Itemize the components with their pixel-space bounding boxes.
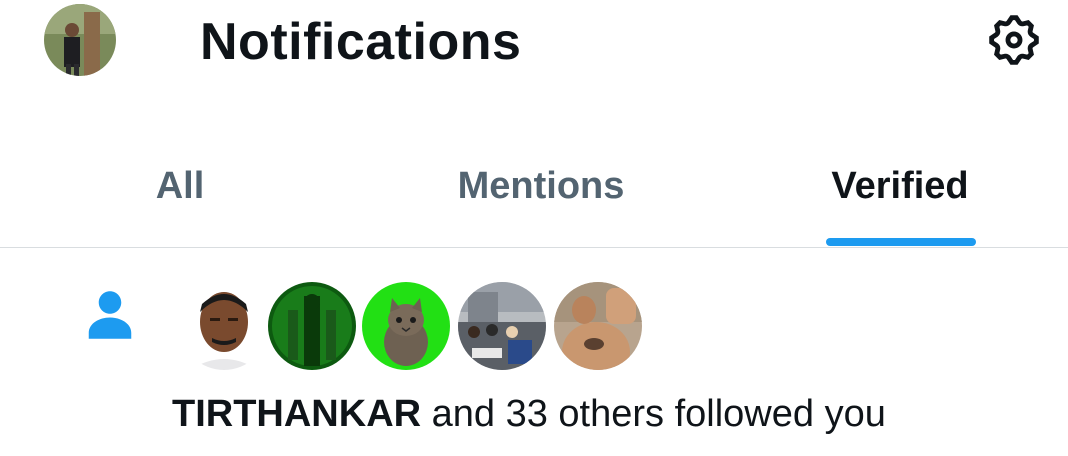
follower-avatar[interactable] (554, 282, 642, 370)
tab-all[interactable]: All (100, 150, 260, 248)
settings-button[interactable] (984, 10, 1044, 70)
follower-avatar[interactable] (268, 282, 356, 370)
follower-avatar[interactable] (180, 282, 268, 370)
person-icon (88, 291, 132, 339)
notifications-page: Notifications All Mentions Verified TIRT… (0, 0, 1068, 456)
page-title: Notifications (200, 13, 522, 71)
tabs-divider (0, 247, 1068, 248)
notification-item[interactable]: TIRTHANKAR and 33 others followed you (0, 249, 1068, 456)
profile-avatar[interactable] (44, 4, 116, 76)
follower-avatar[interactable] (458, 282, 546, 370)
gear-icon (989, 15, 1039, 65)
notification-actor[interactable]: TIRTHANKAR (172, 393, 421, 435)
follower-avatar[interactable] (362, 282, 450, 370)
notification-text: TIRTHANKAR and 33 others followed you (172, 389, 886, 439)
header: Notifications (0, 0, 1068, 90)
tab-verified[interactable]: Verified (800, 150, 1000, 248)
notification-tabs: All Mentions Verified (0, 150, 1068, 248)
notification-message: and 33 others followed you (421, 393, 886, 435)
active-tab-indicator (826, 238, 976, 246)
tab-mentions[interactable]: Mentions (420, 150, 662, 248)
